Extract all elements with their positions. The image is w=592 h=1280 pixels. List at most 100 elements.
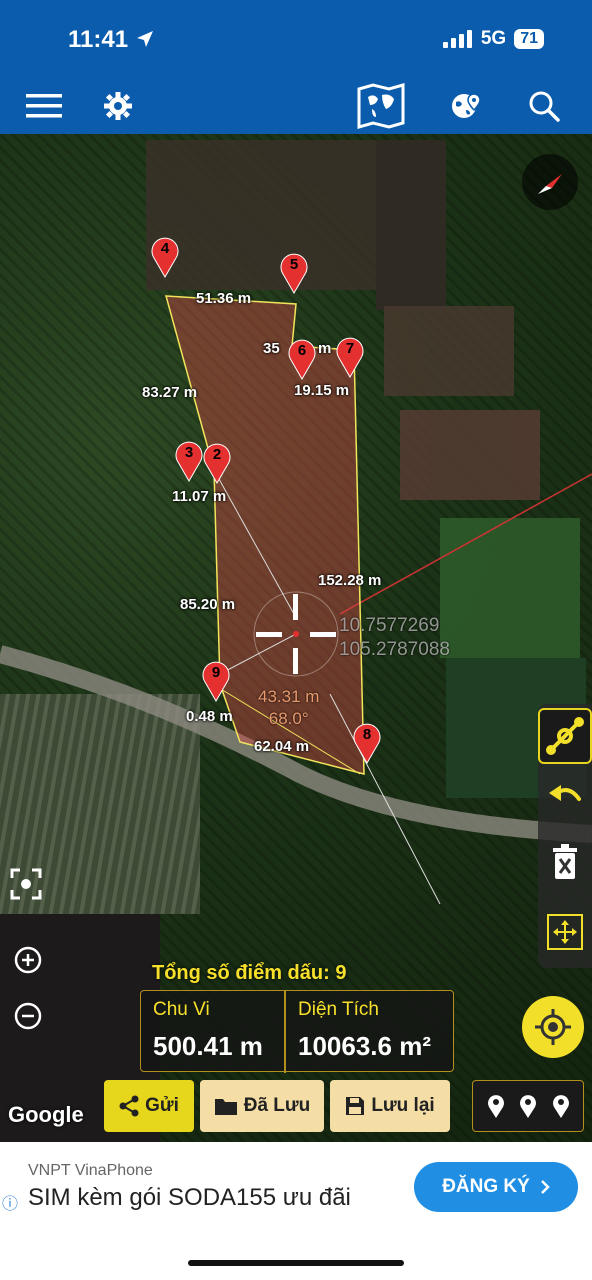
gear-icon [104, 92, 132, 120]
map-pin[interactable]: 7 [334, 334, 366, 378]
perimeter-label: Chu Vi [153, 999, 210, 1020]
folder-icon [214, 1099, 237, 1115]
expand-icon [547, 914, 583, 950]
measure-label: 152.28 m [318, 572, 382, 589]
trash-icon [553, 844, 577, 879]
pin-label: 9 [211, 664, 221, 681]
ad-register-button[interactable]: ĐĂNG KÝ [414, 1162, 578, 1212]
segment-angle: 68.0° [268, 709, 309, 728]
pin-label: 8 [362, 726, 372, 743]
perimeter-value: 500.41 m [153, 1031, 263, 1061]
location-arrow-icon [136, 31, 153, 47]
measure-label: 0.48 m [186, 708, 233, 725]
stats-panel: Chu Vi 500.41 m Diện Tích 10063.6 m² [140, 990, 455, 1073]
chevron-right-icon [540, 1180, 550, 1194]
map-pin[interactable]: 4 [149, 234, 181, 278]
measure-label: 19.15 m [294, 382, 350, 399]
location-pin-icon [520, 1095, 536, 1118]
undo-button[interactable] [538, 768, 592, 824]
world-map-icon [357, 83, 405, 129]
ad-cta-label: ĐĂNG KÝ [442, 1176, 530, 1197]
home-area [0, 1234, 592, 1280]
measure-label: 83.27 m [142, 384, 198, 401]
saved-label: Đã Lưu [243, 1095, 311, 1116]
search-button[interactable] [522, 84, 566, 128]
google-attribution: Google [8, 1102, 84, 1127]
compass-button[interactable] [522, 154, 578, 210]
floppy-disk-icon [346, 1097, 365, 1115]
screenshot-icon [10, 868, 42, 900]
latitude: 10.7577269 [339, 615, 440, 636]
plus-circle-icon [14, 946, 42, 974]
points-count: Tổng số điểm dấu: 9 [152, 962, 347, 984]
send-label: Gửi [145, 1095, 179, 1116]
settings-button[interactable] [96, 84, 140, 128]
map-pin[interactable]: 9 [200, 658, 232, 702]
pin-label: 7 [345, 340, 355, 357]
pin-label: 4 [160, 240, 170, 257]
measure-label: 85.20 m [180, 596, 236, 613]
side-toolbar [538, 704, 592, 968]
saved-button[interactable]: Đã Lưu [200, 1080, 324, 1132]
measure-label: m [318, 340, 332, 357]
delete-button[interactable] [538, 834, 592, 890]
ad-text: SIM kèm gói SODA155 ưu đãi [28, 1184, 351, 1211]
status-indicators: 5G 71 [442, 28, 544, 50]
measure-label: 62.04 m [254, 738, 310, 755]
location-pin-icon [487, 1095, 504, 1118]
satellite-map[interactable]: 51.36 m 35 m 19.15 m 83.27 m 11.07 m 152… [0, 134, 592, 1142]
polyline-tool-button[interactable] [538, 708, 592, 764]
fit-bounds-button[interactable] [538, 904, 592, 960]
map-pin[interactable]: 8 [351, 720, 383, 764]
status-time: 11:41 [68, 26, 155, 54]
globe-pin-icon [452, 93, 481, 118]
undo-icon [549, 785, 581, 801]
ad-banner[interactable]: VNPT VinaPhone SIM kèm gói SODA155 ưu đã… [0, 1142, 592, 1234]
share-icon [119, 1095, 139, 1117]
segment-length: 43.31 m [258, 687, 320, 706]
ad-info-icon[interactable]: ⓘ [2, 1190, 18, 1214]
crosshair-icon [253, 591, 339, 677]
polyline-icon [546, 717, 584, 755]
ad-brand: VNPT VinaPhone [28, 1162, 153, 1179]
center-coordinates: 10.7577269 105.2787088 [339, 614, 450, 662]
measure-label: 11.07 m [172, 488, 227, 505]
location-globe-button[interactable] [444, 84, 488, 128]
top-toolbar [0, 78, 592, 134]
screenshot-button[interactable] [6, 864, 46, 904]
pin-label: 5 [289, 256, 299, 273]
map-type-button[interactable] [352, 83, 410, 129]
minus-circle-icon [14, 1002, 42, 1030]
pin-label: 2 [212, 446, 222, 463]
area-stat: Diện Tích 10063.6 m² [286, 991, 455, 1073]
area-value: 10063.6 m² [298, 1031, 431, 1061]
save-button[interactable]: Lưu lại [330, 1080, 450, 1132]
search-icon [529, 91, 560, 122]
reference-line [339, 473, 592, 615]
current-segment-info: 43.31 m 68.0° [258, 686, 319, 730]
home-indicator[interactable] [188, 1260, 404, 1266]
map-pin[interactable]: 2 [201, 440, 233, 484]
location-pin-icon [552, 1095, 569, 1118]
target-icon [535, 1009, 571, 1045]
network-type: 5G [480, 28, 507, 49]
measure-label: 51.36 m [196, 290, 252, 307]
longitude: 105.2787088 [339, 639, 450, 660]
hamburger-menu-icon [26, 94, 62, 118]
menu-button[interactable] [22, 84, 66, 128]
pin-label: 6 [297, 342, 307, 359]
map-pin[interactable]: 6 [286, 336, 318, 380]
signal-icon [442, 30, 472, 48]
my-location-button[interactable] [522, 996, 584, 1058]
zoom-in-button[interactable] [8, 940, 48, 980]
points-list-button[interactable] [472, 1080, 584, 1132]
status-bar: 11:41 5G 71 [0, 0, 592, 78]
map-pin[interactable]: 5 [278, 250, 310, 294]
send-button[interactable]: Gửi [104, 1080, 194, 1132]
battery-indicator: 71 [514, 29, 544, 49]
action-bar: Gửi Đã Lưu Lưu lại [104, 1080, 454, 1132]
zoom-out-button[interactable] [8, 996, 48, 1036]
area-label: Diện Tích [298, 999, 379, 1020]
perimeter-stat: Chu Vi 500.41 m [141, 991, 284, 1073]
measure-label: 35 [263, 340, 280, 357]
